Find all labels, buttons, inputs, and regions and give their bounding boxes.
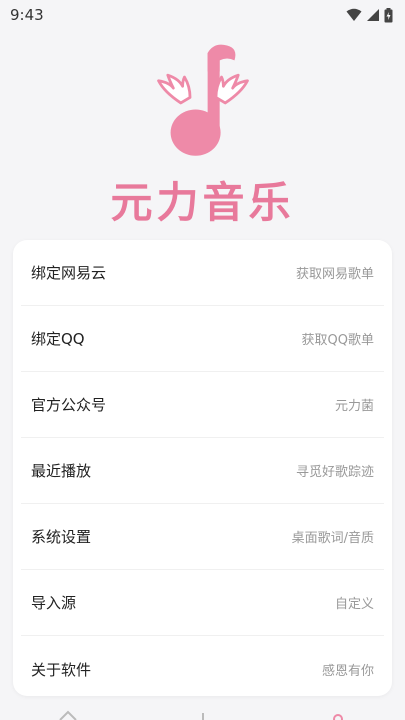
menu-item-official-account[interactable]: 官方公众号 元力菌 [21,372,384,438]
menu-item-label: 绑定QQ [31,330,85,348]
menu-item-hint: 寻觅好歌踪迹 [295,465,374,480]
status-bar: 9:43 [0,0,405,30]
nav-profile-button[interactable] [323,700,353,720]
menu-item-hint: 获取网易歌单 [295,267,374,282]
menu-item-hint: 桌面歌词/音质 [291,531,374,546]
menu-item-label: 绑定网易云 [31,264,107,282]
nav-music-button[interactable] [188,700,218,720]
menu-item-system-settings[interactable]: 系统设置 桌面歌词/音质 [21,504,384,570]
menu-item-bind-netease[interactable]: 绑定网易云 获取网易歌单 [21,240,384,306]
menu-item-hint: 自定义 [334,597,374,612]
profile-icon [332,714,343,720]
status-time: 9:43 [10,6,44,24]
settings-menu-card: 绑定网易云 获取网易歌单 绑定QQ 获取QQ歌单 官方公众号 元力菌 最近播放 … [13,240,392,696]
menu-item-import-source[interactable]: 导入源 自定义 [21,570,384,636]
menu-item-label: 系统设置 [31,528,92,546]
menu-item-label: 最近播放 [31,462,92,480]
menu-item-label: 导入源 [31,594,77,612]
battery-icon [384,7,393,22]
bottom-nav [0,700,405,720]
status-icons [346,7,393,23]
wifi-icon [346,8,362,21]
music-icon [201,713,204,720]
app-logo: 元力音乐 [0,40,405,230]
music-note-wings-icon [156,44,249,156]
menu-item-label: 官方公众号 [31,396,107,414]
menu-item-recent-plays[interactable]: 最近播放 寻觅好歌踪迹 [21,438,384,504]
menu-item-hint: 感恩有你 [321,663,374,679]
menu-item-hint: 元力菌 [334,399,374,414]
menu-item-about[interactable]: 关于软件 感恩有你 [21,636,384,696]
menu-item-hint: 获取QQ歌单 [301,333,374,348]
menu-item-bind-qq[interactable]: 绑定QQ 获取QQ歌单 [21,306,384,372]
nav-home-button[interactable] [53,700,83,720]
home-icon [58,710,77,720]
app-title: 元力音乐 [110,178,295,227]
menu-item-label: 关于软件 [31,660,92,679]
signal-icon [367,9,379,21]
